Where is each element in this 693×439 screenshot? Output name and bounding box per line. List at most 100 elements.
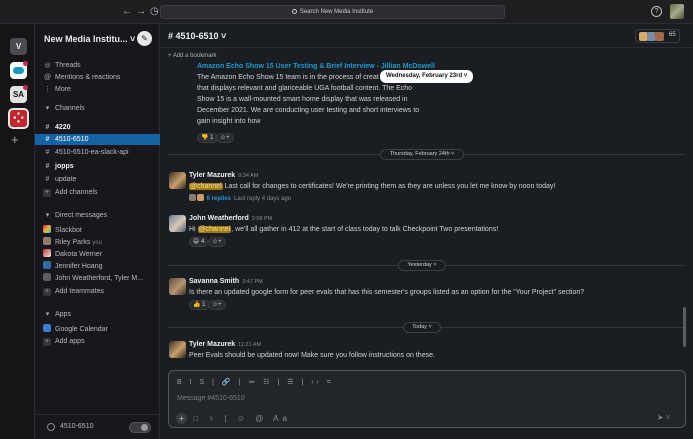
sidebar-item-dm[interactable]: Dakota Werner [35,249,160,260]
sidebar-item-dm[interactable]: John Weatherford, Tyler M... [35,273,160,284]
timestamp[interactable]: 11:21 AM [238,342,261,348]
sidebar-item-dm[interactable]: Jennifer Hoang [35,261,160,272]
add-channels-button[interactable]: + Add channels [35,187,160,198]
channels-section-header[interactable]: ▾ Channels [35,103,160,114]
author-name[interactable]: Savanna Smith [189,278,239,285]
hash-icon: # [45,124,50,131]
member-count: 65 [669,32,676,38]
dm-section-header[interactable]: ▾ Direct messages [35,210,160,221]
channel-title[interactable]: # 4510-6510 ˅ [168,31,226,41]
help-icon[interactable]: ? [651,6,662,17]
timestamp[interactable]: 3:47 PM [242,279,262,285]
sidebar-item-mentions[interactable]: @ Mentions & reactions [35,72,160,83]
huddle-bar: 4510-6510 [35,414,160,439]
headphones-icon [47,423,55,431]
sidebar-item-channel[interactable]: #4510-6510-ea-slack-api [35,147,160,158]
attachment-text: that displays relevant and glanceable UG… [197,85,413,92]
avatar [655,32,664,41]
reaction[interactable]: 😄 4 [189,237,209,247]
apps-section-header[interactable]: ▾ Apps [35,309,160,320]
avatar[interactable] [169,172,186,189]
message-input[interactable]: Message #4510-6510 [177,395,245,402]
avatar [43,273,51,281]
thumbs-up-icon: 👍 [193,302,201,308]
avatar[interactable] [169,215,186,232]
add-bookmark-button[interactable]: + Add a bookmark [168,53,217,59]
huddle-channel-label: 4510-6510 [60,423,94,430]
add-workspace-icon[interactable]: + [11,132,19,147]
add-emoji-icon: ☺+ [220,135,230,141]
huddle-toggle[interactable] [129,422,151,433]
search-placeholder: Search New Media Institute [299,9,374,15]
attachment-text: gain insight into how [197,118,261,125]
add-reaction-button[interactable]: ☺+ [208,237,226,247]
floating-date-pill[interactable]: Wednesday, February 23rd ˅ [380,70,474,83]
compose-icon[interactable]: ✎ [137,31,152,46]
unread-badge [23,85,28,90]
sidebar-item-channel[interactable]: #4220 [35,122,160,133]
avatar[interactable] [169,341,186,358]
sidebar-item-channel-active[interactable]: #4510-6510 [35,134,160,145]
members-button[interactable]: 65 [635,29,680,43]
thumbs-down-icon: 👎 [201,135,209,141]
scrollbar[interactable] [683,307,686,347]
sidebar: New Media Institu... ˅ ✎ ◎ Threads @ Menti… [35,24,160,439]
sidebar-item-more[interactable]: ⋮ More [35,84,160,95]
channel-mention[interactable]: @channel [189,183,223,190]
add-emoji-icon: ☺+ [212,302,222,308]
channel-mention[interactable]: @channel [197,226,232,233]
attachment-text: The Amazon Echo Show 15 team is in the p… [197,74,379,81]
history-icon[interactable]: ◷ [150,5,159,19]
avatar [189,194,196,201]
caret-down-icon: ▾ [45,105,50,112]
formatting-toolbar[interactable]: B I S | 🔗 | ≔ ☷ | ☰ | ‹› ⌗ [177,378,334,387]
sidebar-item-app[interactable]: Google Calendar [35,324,160,335]
message-text: Peer Evals should be updated now! Make s… [189,352,435,359]
unread-badge [23,61,28,66]
at-icon: @ [43,74,52,81]
sidebar-item-dm[interactable]: Riley Parks you [35,237,160,248]
caret-down-icon: ▾ [45,311,50,318]
date-pill[interactable]: Today ˅ [403,322,441,333]
workspace-new-media-institute[interactable] [8,108,29,129]
timestamp[interactable]: 2:08 PM [252,216,272,222]
avatar[interactable] [169,278,186,295]
workspace-v[interactable]: V [10,38,27,55]
message-composer[interactable]: B I S | 🔗 | ≔ ☷ | ☰ | ‹› ⌗ Message #4510… [168,370,686,428]
thread-replies[interactable]: 6 replies Last reply 4 days ago [189,194,291,202]
author-name[interactable]: Tyler Mazurek [189,172,235,179]
reaction[interactable]: 👎 1 [197,133,218,143]
hash-icon: # [45,149,50,156]
message-text: Is there an updated google form for peer… [189,289,585,296]
back-arrow-icon[interactable]: ← [122,5,132,19]
add-reaction-button[interactable]: ☺+ [216,133,234,143]
user-avatar[interactable] [670,4,684,19]
add-teammates-button[interactable]: + Add teammates [35,286,160,297]
timestamp[interactable]: 9:34 AM [238,173,258,179]
forward-arrow-icon[interactable]: → [136,5,146,19]
hash-icon: # [45,136,50,143]
workspace-rail: V SA + [0,24,35,439]
send-icon[interactable]: ➤ ˅ [657,413,671,422]
date-pill[interactable]: Thursday, February 24th ˅ [380,149,464,160]
author-name[interactable]: Tyler Mazurek [189,341,235,348]
avatar [43,249,51,257]
search-icon [291,9,297,14]
sidebar-item-channel[interactable]: # update [35,174,160,185]
message-text: @channel Last call for changes to certif… [189,183,556,190]
workspace-name[interactable]: New Media Institu... ˅ [44,34,135,44]
avatar [197,194,204,201]
attach-plus-icon[interactable]: + [176,413,187,424]
caret-down-icon: ▾ [45,212,50,219]
date-pill[interactable]: Yesterday ˅ [398,260,446,271]
sidebar-item-channel[interactable]: # jopps [35,161,160,172]
author-name[interactable]: John Weatherford [189,215,249,222]
sidebar-item-threads[interactable]: ◎ Threads [35,60,160,71]
google-calendar-icon [43,324,51,332]
sidebar-item-dm[interactable]: Slackbot [35,225,160,236]
add-reaction-button[interactable]: ☺+ [208,300,226,310]
add-apps-button[interactable]: + Add apps [35,336,160,347]
channel-view: # 4510-6510 ˅ 65 + Add a bookmark Amazon… [160,24,693,439]
reaction[interactable]: 👍 1 [189,300,210,310]
search-bar[interactable]: Search New Media Institute [160,5,505,19]
